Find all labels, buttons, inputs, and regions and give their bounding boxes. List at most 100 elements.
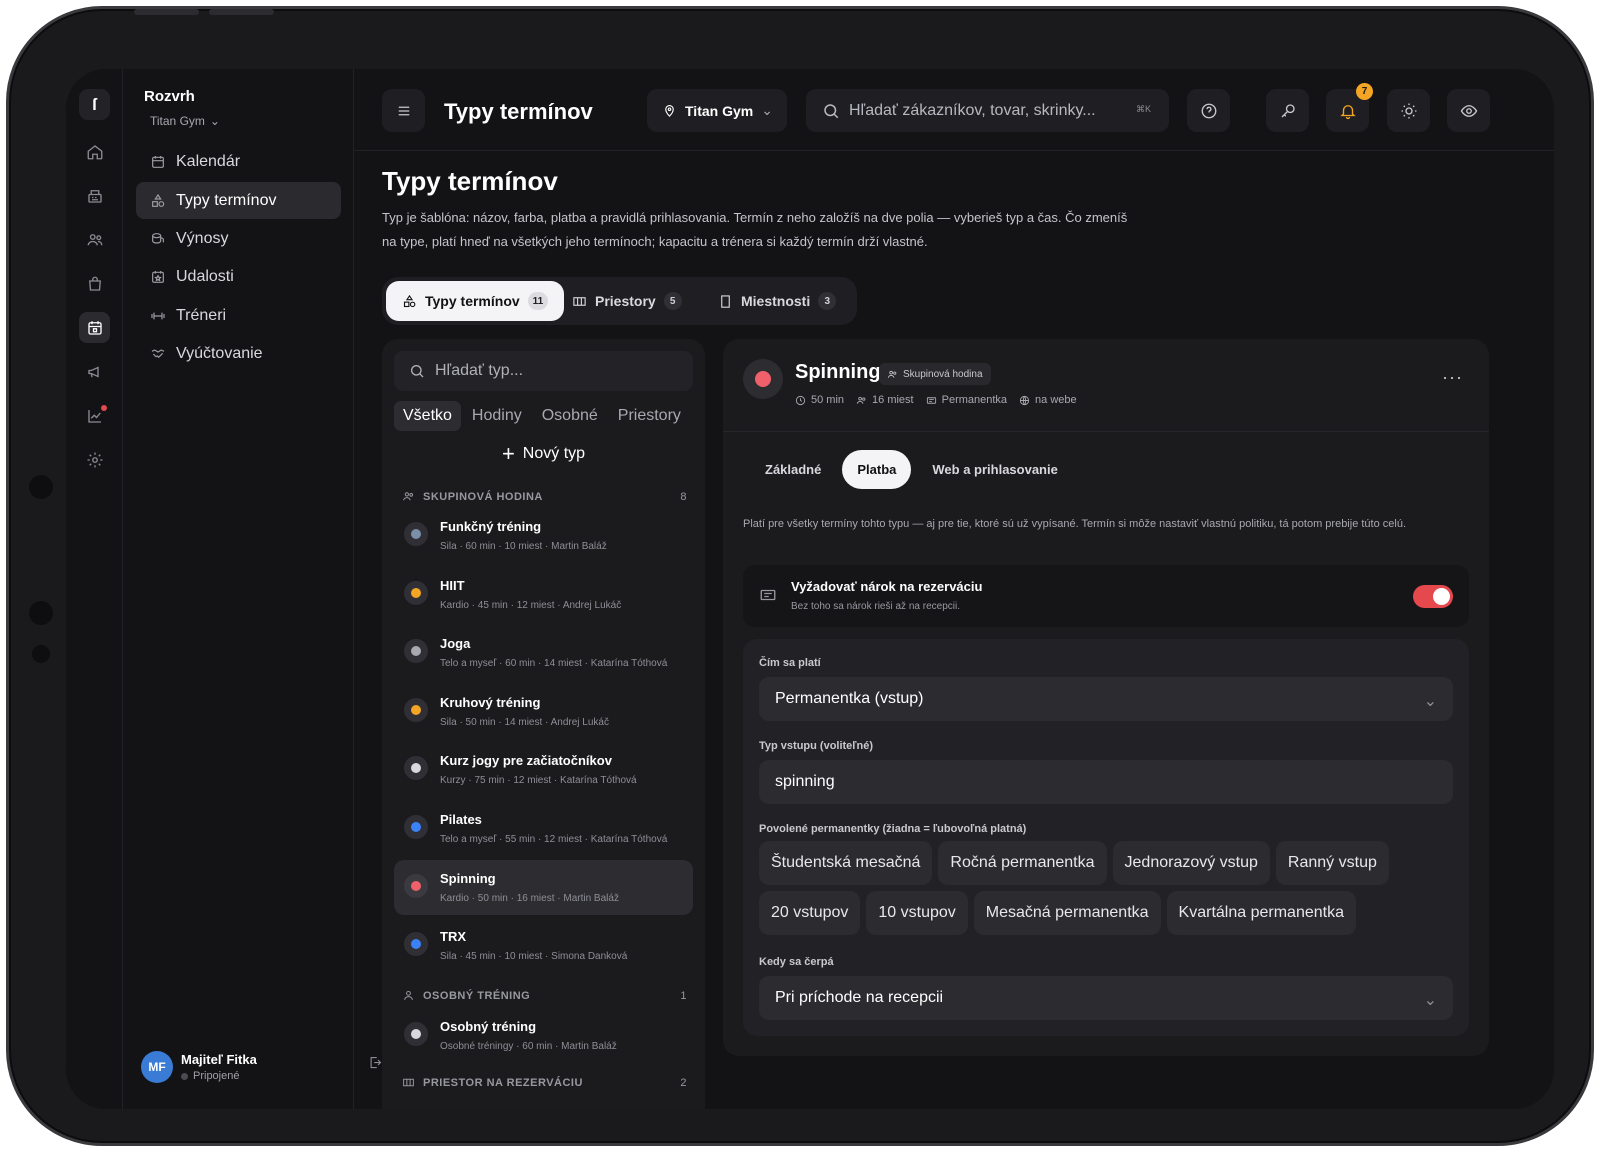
pay-method-select[interactable]: Permanentka (vstup) ⌄ xyxy=(759,677,1453,721)
pass-chip[interactable]: Jednorazový vstup xyxy=(1112,841,1270,885)
item-name: Funkčný tréning xyxy=(440,519,542,534)
tab-count: 5 xyxy=(663,292,682,310)
shop-icon[interactable] xyxy=(79,268,110,299)
sidebar-item-events[interactable]: Udalosti xyxy=(136,258,341,295)
globe-icon xyxy=(1019,395,1030,405)
type-color-indicator[interactable] xyxy=(743,359,783,399)
list-item[interactable]: TRX Sila · 45 min · 10 miest · Simona Dan… xyxy=(394,918,693,973)
calendar-icon[interactable] xyxy=(79,312,110,343)
detail-tabs: Základné Platba Web a prihlasovanie xyxy=(750,450,1073,489)
list-item[interactable]: Funkčný tréning Sila · 60 min · 10 miest … xyxy=(394,508,693,563)
sidebar-title: Rozvrh xyxy=(144,88,195,105)
pass-chip[interactable]: Kvartálna permanentka xyxy=(1166,891,1356,935)
global-search[interactable]: Hľadať zákazníkov, tovar, skrinky... ⌘K xyxy=(806,89,1169,132)
new-type-button[interactable]: + Nový typ xyxy=(382,443,705,465)
avatar: MF xyxy=(141,1051,173,1083)
sidebar-item-revenue[interactable]: Výnosy xyxy=(136,220,341,257)
search-icon xyxy=(411,365,424,378)
filter-classes[interactable]: Hodiny xyxy=(463,401,531,431)
tab-rooms[interactable]: Miestnosti 3 xyxy=(718,281,837,321)
user-profile[interactable]: MF Majiteľ Fitka Pripojené xyxy=(141,1051,257,1083)
badge-label: Skupinová hodina xyxy=(903,368,983,380)
list-item[interactable]: HIIT Kardio · 45 min · 12 miest · Andrej … xyxy=(394,567,693,622)
group-count: 8 xyxy=(680,490,687,503)
sidebar-item-types[interactable]: Typy termínov xyxy=(136,182,341,219)
filter-personal[interactable]: Osobné xyxy=(533,401,607,431)
gear-icon[interactable] xyxy=(79,444,110,475)
pass-chip[interactable]: Mesačná permanentka xyxy=(973,891,1161,935)
list-item[interactable]: Osobný tréning Osobné tréningy · 60 min ·… xyxy=(394,1008,693,1063)
filter-spaces[interactable]: Priestory xyxy=(609,401,690,431)
group-title: OSOBNÝ TRÉNING xyxy=(423,989,531,1002)
item-meta: Telo a myseľ · 55 min · 12 miest · Katar… xyxy=(440,834,668,845)
spaces-icon xyxy=(403,1078,414,1087)
main-content: Typy termínov Typ je šablóna: názov, far… xyxy=(354,151,1554,1109)
more-options-icon[interactable]: ··· xyxy=(1442,367,1463,388)
list-item[interactable]: Kruhový tréning Sila · 50 min · 14 miest … xyxy=(394,684,693,739)
tab-basic[interactable]: Základné xyxy=(750,450,836,489)
alert-dot xyxy=(101,405,107,411)
device-sensor xyxy=(32,645,50,663)
sidebar-item-billing[interactable]: Vyúčtovanie xyxy=(136,335,341,372)
users-icon[interactable] xyxy=(79,224,110,255)
item-meta: Kurzy · 75 min · 12 miest · Katarína Tót… xyxy=(440,775,637,786)
preview-button[interactable] xyxy=(1447,89,1490,132)
help-button[interactable] xyxy=(1187,89,1230,132)
key-button[interactable] xyxy=(1266,89,1309,132)
list-item-selected[interactable]: Spinning Kardio · 50 min · 16 miest · Mar… xyxy=(394,860,693,915)
tab-label: Typy termínov xyxy=(425,293,520,309)
tab-web[interactable]: Web a prihlasovanie xyxy=(917,450,1072,489)
sidebar: Rozvrh Titan Gym ⌄ Kalendár Typy termínov… xyxy=(123,69,382,1109)
sidebar-item-label: Udalosti xyxy=(176,267,234,285)
notification-badge: 7 xyxy=(1356,83,1373,100)
notifications-button[interactable]: 7 xyxy=(1326,83,1373,132)
pass-chip[interactable]: Ročná permanentka xyxy=(938,841,1107,885)
chevron-down-icon: ⌄ xyxy=(1423,693,1437,710)
pass-chip[interactable]: Študentská mesačná xyxy=(759,841,933,885)
entry-type-input[interactable]: spinning xyxy=(759,760,1453,804)
gym-selector[interactable]: Titan Gym ⌄ xyxy=(647,89,787,132)
color-indicator xyxy=(404,639,428,663)
megaphone-icon[interactable] xyxy=(79,356,110,387)
draw-select[interactable]: Pri príchode na recepcii ⌄ xyxy=(759,976,1453,1020)
theme-button[interactable] xyxy=(1387,89,1430,132)
sidebar-item-trainers[interactable]: Tréneri xyxy=(136,297,341,334)
pass-chip[interactable]: Ranný vstup xyxy=(1275,841,1389,885)
pay-method-value: Permanentka (vstup) xyxy=(775,690,924,707)
device-button xyxy=(134,9,199,15)
pass-chips: Študentská mesačná Ročná permanentka Jed… xyxy=(759,841,1459,935)
setting-subtitle: Bez toho sa nárok rieši až na recepcii. xyxy=(791,601,960,612)
pass-chip[interactable]: 10 vstupov xyxy=(866,891,968,935)
handshake-icon xyxy=(151,348,165,358)
color-indicator xyxy=(404,874,428,898)
sidebar-item-calendar[interactable]: Kalendár xyxy=(136,143,341,180)
list-item[interactable]: Pilates Telo a myseľ · 55 min · 12 miest … xyxy=(394,801,693,856)
item-name: Osobný tréning xyxy=(440,1019,537,1034)
payment-fields: Čím sa platí Permanentka (vstup) ⌄ Typ vs… xyxy=(743,639,1469,1036)
filter-all[interactable]: Všetko xyxy=(394,401,461,431)
type-category-badge: Skupinová hodina xyxy=(879,363,991,385)
register-icon[interactable] xyxy=(79,180,110,211)
group-header: PRIESTOR NA REZERVÁCIU 2 xyxy=(402,1076,687,1089)
ticket-icon xyxy=(759,586,777,609)
type-search-input[interactable]: Hľadať typ... xyxy=(394,351,693,391)
group-count: 1 xyxy=(680,989,687,1002)
tab-spaces[interactable]: Priestory 5 xyxy=(572,281,682,321)
color-indicator xyxy=(404,698,428,722)
new-type-label: Nový typ xyxy=(522,445,586,462)
spaces-icon xyxy=(573,296,586,306)
require-claim-toggle[interactable] xyxy=(1413,585,1453,608)
pass-chip[interactable]: 20 vstupov xyxy=(759,891,861,935)
meta-payment: Permanentka xyxy=(941,394,1008,406)
list-item[interactable]: Kurz jogy pre začiatočníkov Kurzy · 75 mi… xyxy=(394,742,693,797)
home-icon[interactable] xyxy=(79,136,110,167)
page-heading: Typy termínov xyxy=(444,99,593,124)
tab-payment[interactable]: Platba xyxy=(842,450,912,489)
payment-description: Platí pre všetky termíny tohto typu — aj… xyxy=(743,518,1407,530)
menu-button[interactable] xyxy=(382,89,425,132)
tab-types[interactable]: Typy termínov 11 xyxy=(386,281,565,321)
item-meta: Sila · 45 min · 10 miest · Simona Dankov… xyxy=(440,951,628,962)
app-logo[interactable]: ſ xyxy=(79,89,110,120)
gym-switcher[interactable]: Titan Gym ⌄ xyxy=(150,114,220,128)
list-item[interactable]: Joga Telo a myseľ · 60 min · 14 miest · K… xyxy=(394,625,693,680)
